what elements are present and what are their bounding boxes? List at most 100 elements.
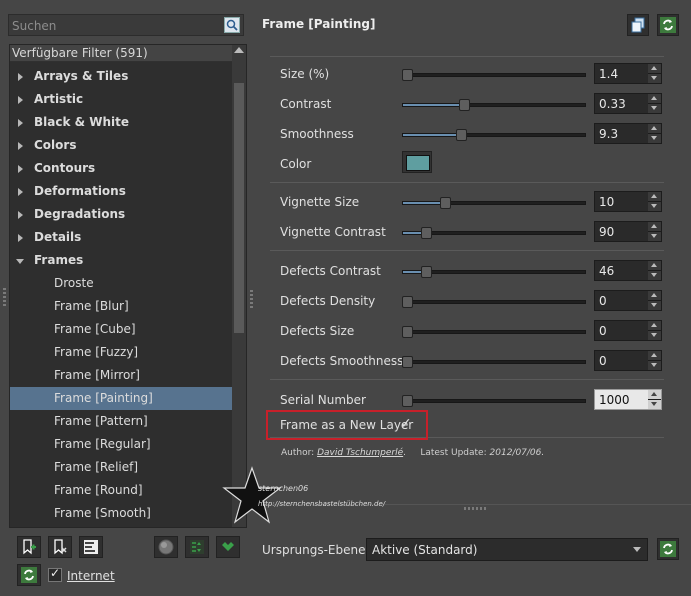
update-filters-button[interactable]: [216, 536, 240, 558]
defects-size-spinbox[interactable]: 0: [594, 320, 662, 341]
spin-up-icon[interactable]: [648, 291, 661, 301]
refresh-button[interactable]: [17, 564, 41, 586]
spin-down-icon[interactable]: [648, 400, 661, 409]
defects-smoothness-slider[interactable]: [402, 356, 586, 368]
tree-category[interactable]: Deformations: [10, 180, 232, 203]
defects-density-slider[interactable]: [402, 296, 586, 308]
spin-down-icon[interactable]: [648, 104, 661, 113]
spin-down-icon[interactable]: [648, 361, 661, 370]
contrast-slider[interactable]: [402, 99, 586, 111]
tree-filter-item[interactable]: Frame [Smooth]: [10, 502, 232, 525]
expand-arrow-icon[interactable]: [18, 188, 23, 196]
spin-up-icon[interactable]: [648, 124, 661, 134]
slider-thumb[interactable]: [402, 69, 413, 81]
refresh-preview-button[interactable]: [657, 538, 679, 560]
expand-arrow-icon[interactable]: [18, 165, 23, 173]
spin-down-icon[interactable]: [648, 74, 661, 83]
tree-category[interactable]: Details: [10, 226, 232, 249]
spin-up-icon[interactable]: [648, 321, 661, 331]
slider-thumb[interactable]: [402, 296, 413, 308]
spin-up-icon[interactable]: [648, 94, 661, 104]
tree-category[interactable]: Contours: [10, 157, 232, 180]
internet-checkbox[interactable]: ✓: [48, 566, 62, 582]
tree-filter-item[interactable]: Frame [Blur]: [10, 295, 232, 318]
expand-arrow-icon[interactable]: [18, 211, 23, 219]
search-input[interactable]: [12, 18, 212, 34]
spin-up-icon[interactable]: [648, 64, 661, 74]
size-slider[interactable]: [402, 69, 586, 81]
spin-down-icon[interactable]: [648, 134, 661, 143]
tree-category-open[interactable]: Frames: [10, 249, 232, 272]
expand-arrow-icon[interactable]: [18, 234, 23, 242]
expand-arrow-icon[interactable]: [18, 119, 23, 127]
smoothness-slider[interactable]: [402, 129, 586, 141]
spin-up-icon[interactable]: [648, 351, 661, 361]
remove-favorite-button[interactable]: [48, 536, 72, 558]
serial-number-slider[interactable]: [402, 395, 586, 407]
vignette-size-spinbox[interactable]: 10: [594, 191, 662, 212]
tree-filter-item[interactable]: Frame [Pattern]: [10, 410, 232, 433]
tree-filter-item[interactable]: Frame [Cube]: [10, 318, 232, 341]
left-splitter-handle[interactable]: [3, 288, 6, 308]
slider-thumb[interactable]: [440, 197, 452, 209]
tree-filter-item[interactable]: Frame [Round]: [10, 479, 232, 502]
tree-header[interactable]: Verfügbare Filter (591): [10, 45, 232, 62]
tree-filter-item[interactable]: Frame [Mirror]: [10, 364, 232, 387]
tree-filter-item[interactable]: Droste: [10, 272, 232, 295]
size-spinbox[interactable]: 1.4: [594, 63, 662, 84]
smoothness-spinbox[interactable]: 9.3: [594, 123, 662, 144]
globe-button[interactable]: [154, 536, 178, 558]
spin-down-icon[interactable]: [648, 232, 661, 241]
spin-up-icon[interactable]: [648, 390, 661, 400]
defects-density-spinbox[interactable]: 0: [594, 290, 662, 311]
spin-down-icon[interactable]: [648, 271, 661, 280]
spin-down-icon[interactable]: [648, 301, 661, 310]
expand-arrow-icon[interactable]: [18, 96, 23, 104]
slider-thumb[interactable]: [402, 356, 413, 368]
defects-smoothness-spinbox[interactable]: 0: [594, 350, 662, 371]
contrast-spinbox[interactable]: 0.33: [594, 93, 662, 114]
scroll-up-icon[interactable]: [234, 47, 244, 53]
author-link[interactable]: David Tschumperlé: [317, 448, 403, 458]
tree-category[interactable]: Colors: [10, 134, 232, 157]
tree-filter-item[interactable]: Frame [Fuzzy]: [10, 341, 232, 364]
preview-splitter-handle[interactable]: [464, 507, 486, 510]
collapse-arrow-icon[interactable]: [16, 259, 24, 264]
tree-filter-item[interactable]: Frame [Relief]: [10, 456, 232, 479]
defects-contrast-slider[interactable]: [402, 266, 586, 278]
spin-up-icon[interactable]: [648, 261, 661, 271]
color-picker-button[interactable]: [402, 151, 432, 173]
slider-thumb[interactable]: [402, 326, 413, 338]
defects-contrast-spinbox[interactable]: 46: [594, 260, 662, 281]
serial-number-spinbox[interactable]: 1000: [594, 389, 662, 410]
rename-favorite-button[interactable]: [79, 536, 103, 558]
add-favorite-button[interactable]: [17, 536, 41, 558]
slider-thumb[interactable]: [402, 395, 413, 407]
slider-thumb[interactable]: [421, 227, 433, 239]
tree-filter-item[interactable]: Frame [Regular]: [10, 433, 232, 456]
defects-size-slider[interactable]: [402, 326, 586, 338]
scroll-thumb[interactable]: [234, 83, 244, 333]
spin-down-icon[interactable]: [648, 202, 661, 211]
spin-down-icon[interactable]: [648, 331, 661, 340]
new-layer-checkbox[interactable]: ✓: [400, 416, 412, 432]
tree-category[interactable]: Black & White: [10, 111, 232, 134]
tree-category[interactable]: Artistic: [10, 88, 232, 111]
expand-arrow-icon[interactable]: [18, 142, 23, 150]
slider-thumb[interactable]: [459, 99, 471, 111]
tree-scrollbar[interactable]: [232, 45, 246, 527]
vignette-contrast-spinbox[interactable]: 90: [594, 221, 662, 242]
center-splitter-handle[interactable]: [250, 290, 253, 310]
expand-arrow-icon[interactable]: [18, 73, 23, 81]
expand-collapse-button[interactable]: [185, 536, 209, 558]
slider-thumb[interactable]: [421, 266, 433, 278]
slider-thumb[interactable]: [455, 129, 467, 141]
spin-up-icon[interactable]: [648, 192, 661, 202]
copy-to-clipboard-button[interactable]: [627, 14, 649, 36]
spin-up-icon[interactable]: [648, 222, 661, 232]
search-button[interactable]: [224, 17, 240, 33]
tree-filter-item-selected[interactable]: Frame [Painting]: [10, 387, 232, 410]
tree-category[interactable]: Degradations: [10, 203, 232, 226]
reset-parameters-button[interactable]: [657, 14, 679, 36]
tree-category[interactable]: Arrays & Tiles: [10, 65, 232, 88]
